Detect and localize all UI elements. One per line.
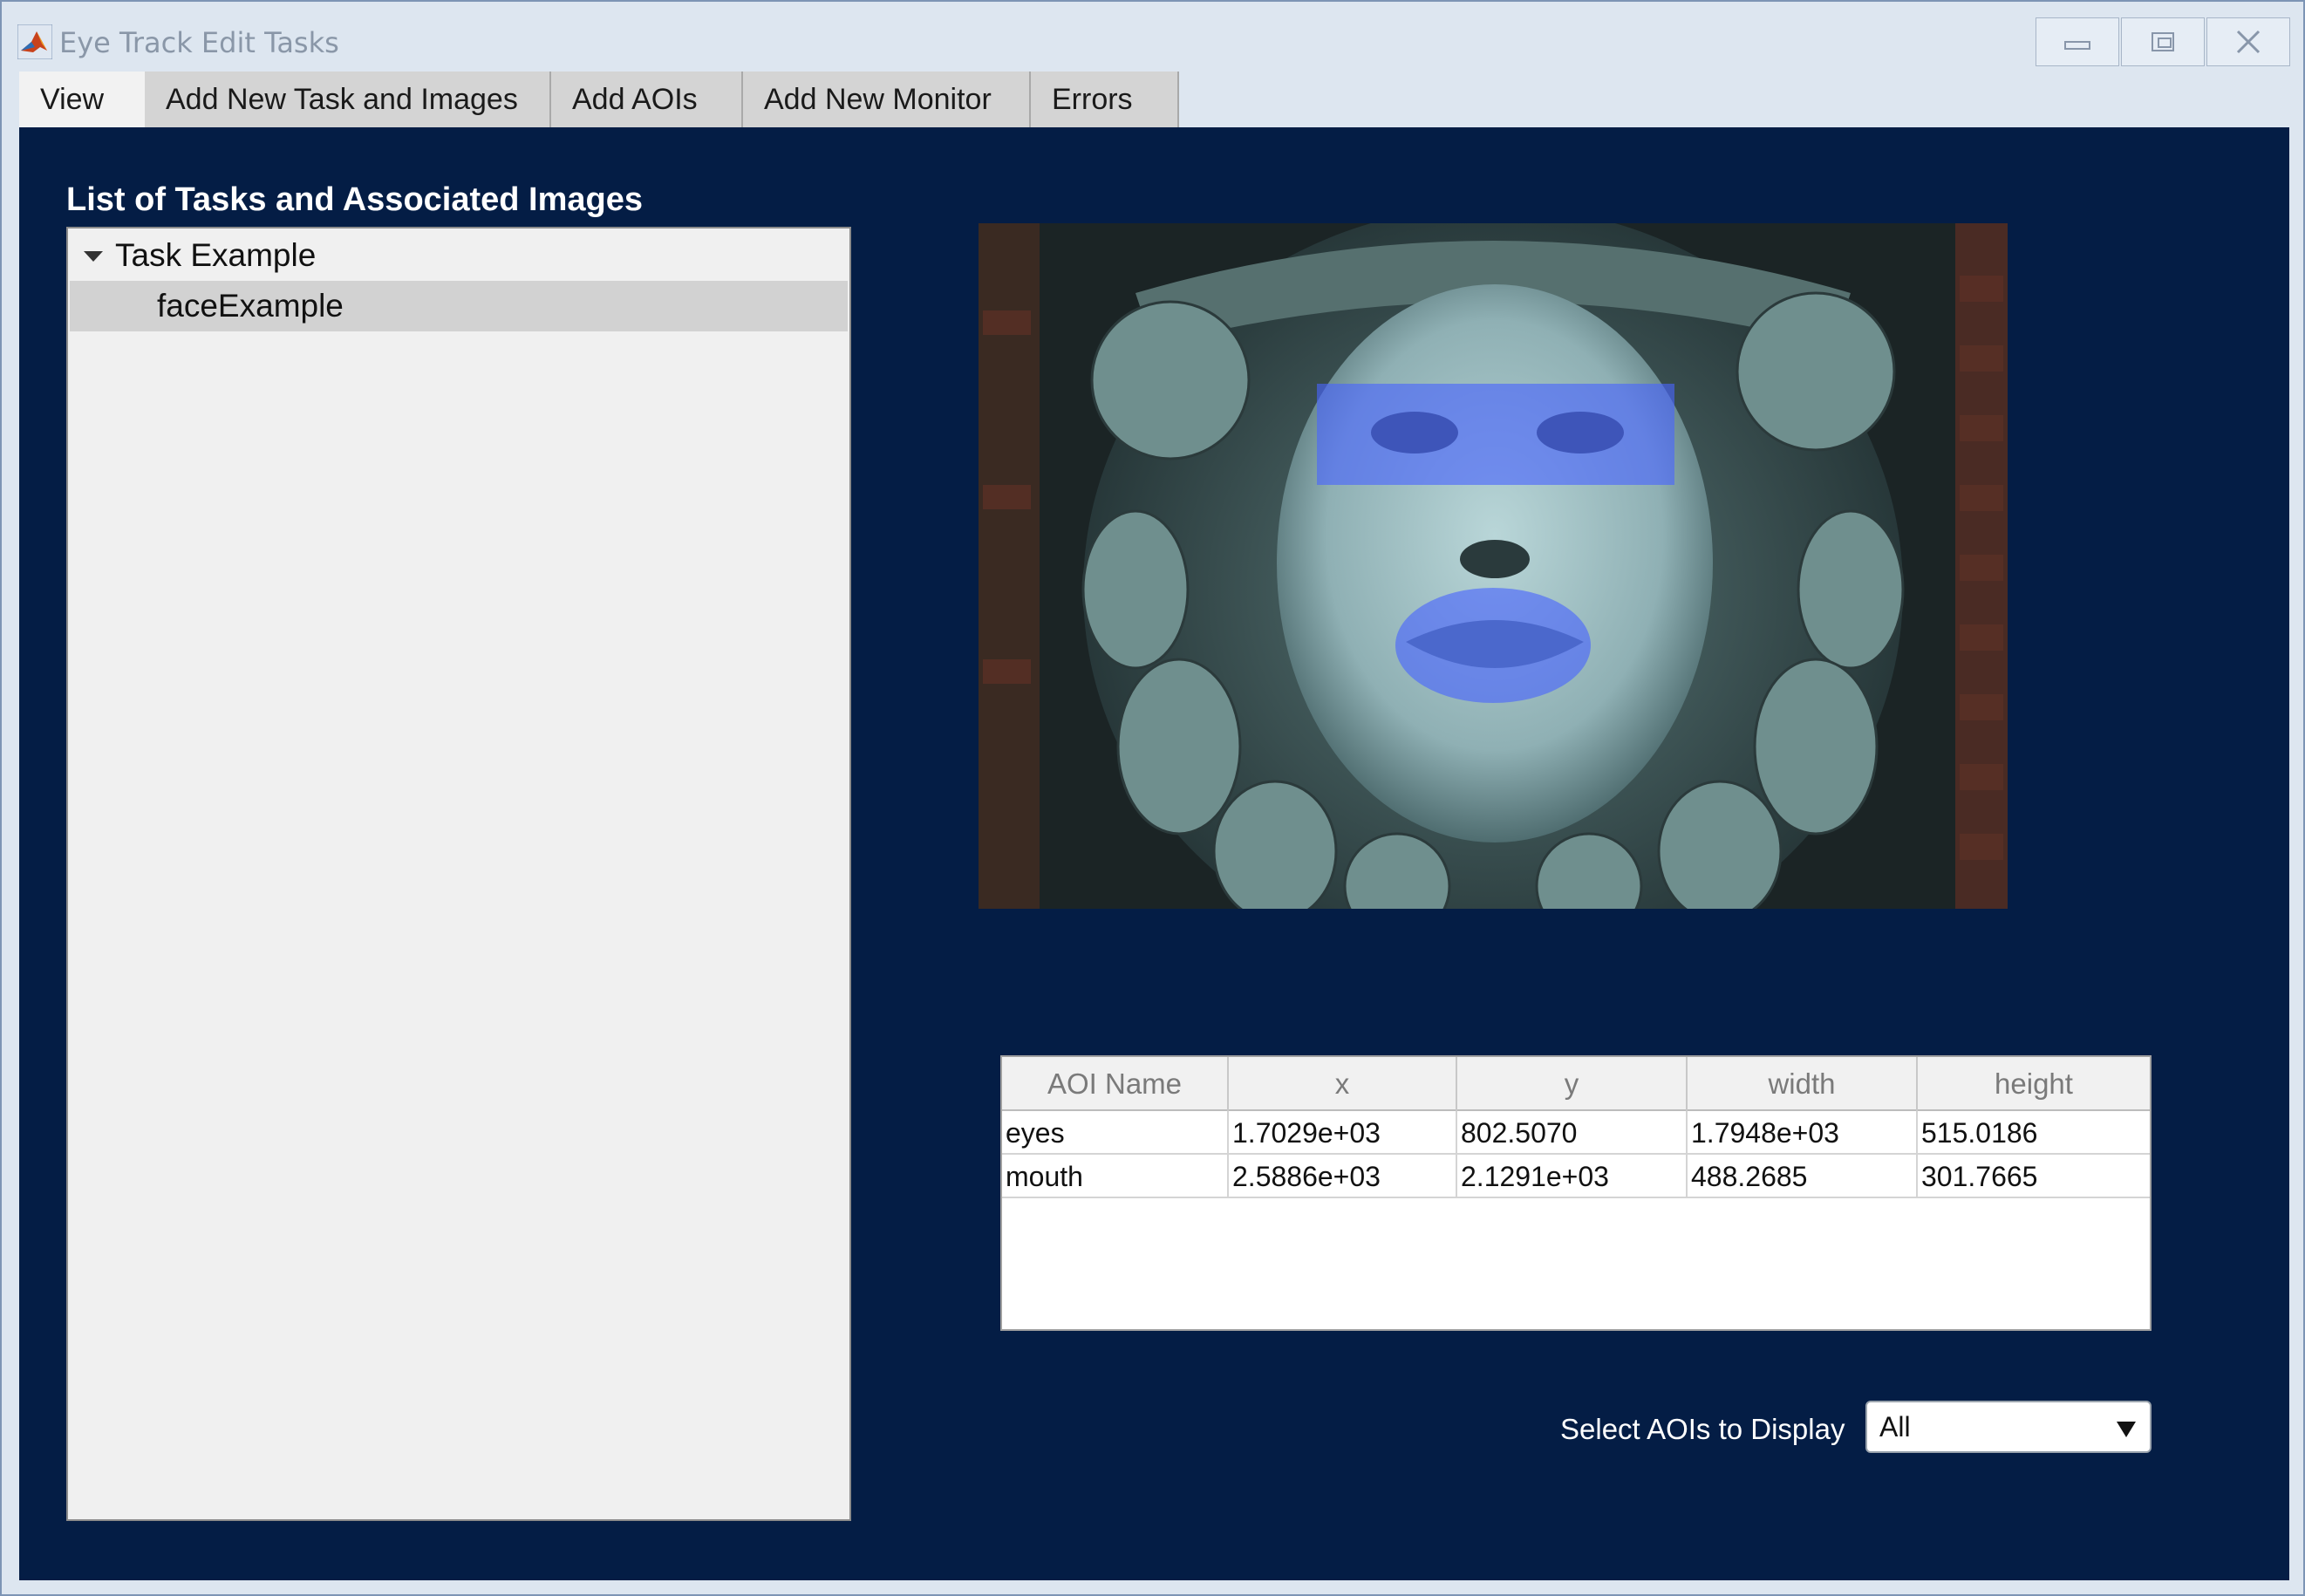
tree-node-label: faceExample — [157, 288, 344, 324]
table-row[interactable]: eyes 1.7029e+03 802.5070 1.7948e+03 515.… — [1002, 1111, 2150, 1155]
task-list-heading: List of Tasks and Associated Images — [66, 181, 643, 218]
aoi-table[interactable]: AOI Name x y width height eyes 1.7029e+0… — [1000, 1055, 2152, 1331]
tab-bar: View Add New Task and Images Add AOIs Ad… — [19, 72, 1179, 127]
aoi-overlay-mouth — [1395, 588, 1591, 703]
maximize-button[interactable] — [2121, 17, 2205, 66]
table-cell[interactable]: 1.7948e+03 — [1688, 1111, 1918, 1155]
tree-node-face-example[interactable]: faceExample — [70, 281, 848, 331]
column-header-aoi-name[interactable]: AOI Name — [1002, 1057, 1229, 1111]
table-cell[interactable]: 802.5070 — [1457, 1111, 1688, 1155]
aoi-select-label: Select AOIs to Display — [1560, 1413, 1845, 1445]
table-cell[interactable]: mouth — [1002, 1155, 1229, 1198]
face-statue-image — [979, 223, 2008, 909]
dropdown-caret-icon — [2117, 1422, 2136, 1437]
table-cell[interactable]: 515.0186 — [1918, 1111, 2150, 1155]
aoi-overlay-eyes — [1317, 384, 1674, 485]
table-cell[interactable]: 2.5886e+03 — [1229, 1155, 1457, 1198]
table-cell[interactable]: 488.2685 — [1688, 1155, 1918, 1198]
tab-add-aois[interactable]: Add AOIs — [551, 72, 743, 127]
title-bar: Eye Track Edit Tasks — [2, 2, 2303, 72]
table-cell[interactable]: 301.7665 — [1918, 1155, 2150, 1198]
window-title: Eye Track Edit Tasks — [59, 26, 339, 59]
tab-view[interactable]: View — [19, 72, 145, 127]
close-button[interactable] — [2206, 17, 2290, 66]
aoi-select-dropdown[interactable]: All — [1865, 1401, 2152, 1453]
tree-node-task-example[interactable]: Task Example — [70, 230, 848, 281]
table-row[interactable]: mouth 2.5886e+03 2.1291e+03 488.2685 301… — [1002, 1155, 2150, 1198]
close-icon — [2236, 30, 2261, 54]
tab-add-new-task-and-images[interactable]: Add New Task and Images — [145, 72, 551, 127]
tab-errors[interactable]: Errors — [1031, 72, 1179, 127]
tab-add-new-monitor[interactable]: Add New Monitor — [743, 72, 1031, 127]
app-window: Eye Track Edit Tasks View Add New Task a… — [0, 0, 2305, 1596]
expand-arrow-icon[interactable] — [84, 251, 103, 262]
column-header-height[interactable]: height — [1918, 1057, 2150, 1111]
view-panel: List of Tasks and Associated Images Task… — [19, 127, 2289, 1580]
matlab-icon — [17, 24, 52, 59]
restore-icon — [2152, 32, 2174, 51]
aoi-select-value: All — [1879, 1411, 1911, 1443]
column-header-x[interactable]: x — [1229, 1057, 1457, 1111]
table-header: AOI Name x y width height — [1002, 1057, 2150, 1111]
column-header-width[interactable]: width — [1688, 1057, 1918, 1111]
task-image-display — [979, 223, 2008, 909]
minimize-icon — [2064, 41, 2090, 50]
table-cell[interactable]: eyes — [1002, 1111, 1229, 1155]
tree-node-label: Task Example — [115, 237, 317, 273]
column-header-y[interactable]: y — [1457, 1057, 1688, 1111]
minimize-button[interactable] — [2036, 17, 2119, 66]
table-cell[interactable]: 2.1291e+03 — [1457, 1155, 1688, 1198]
task-tree[interactable]: Task Example faceExample — [66, 227, 851, 1521]
table-cell[interactable]: 1.7029e+03 — [1229, 1111, 1457, 1155]
